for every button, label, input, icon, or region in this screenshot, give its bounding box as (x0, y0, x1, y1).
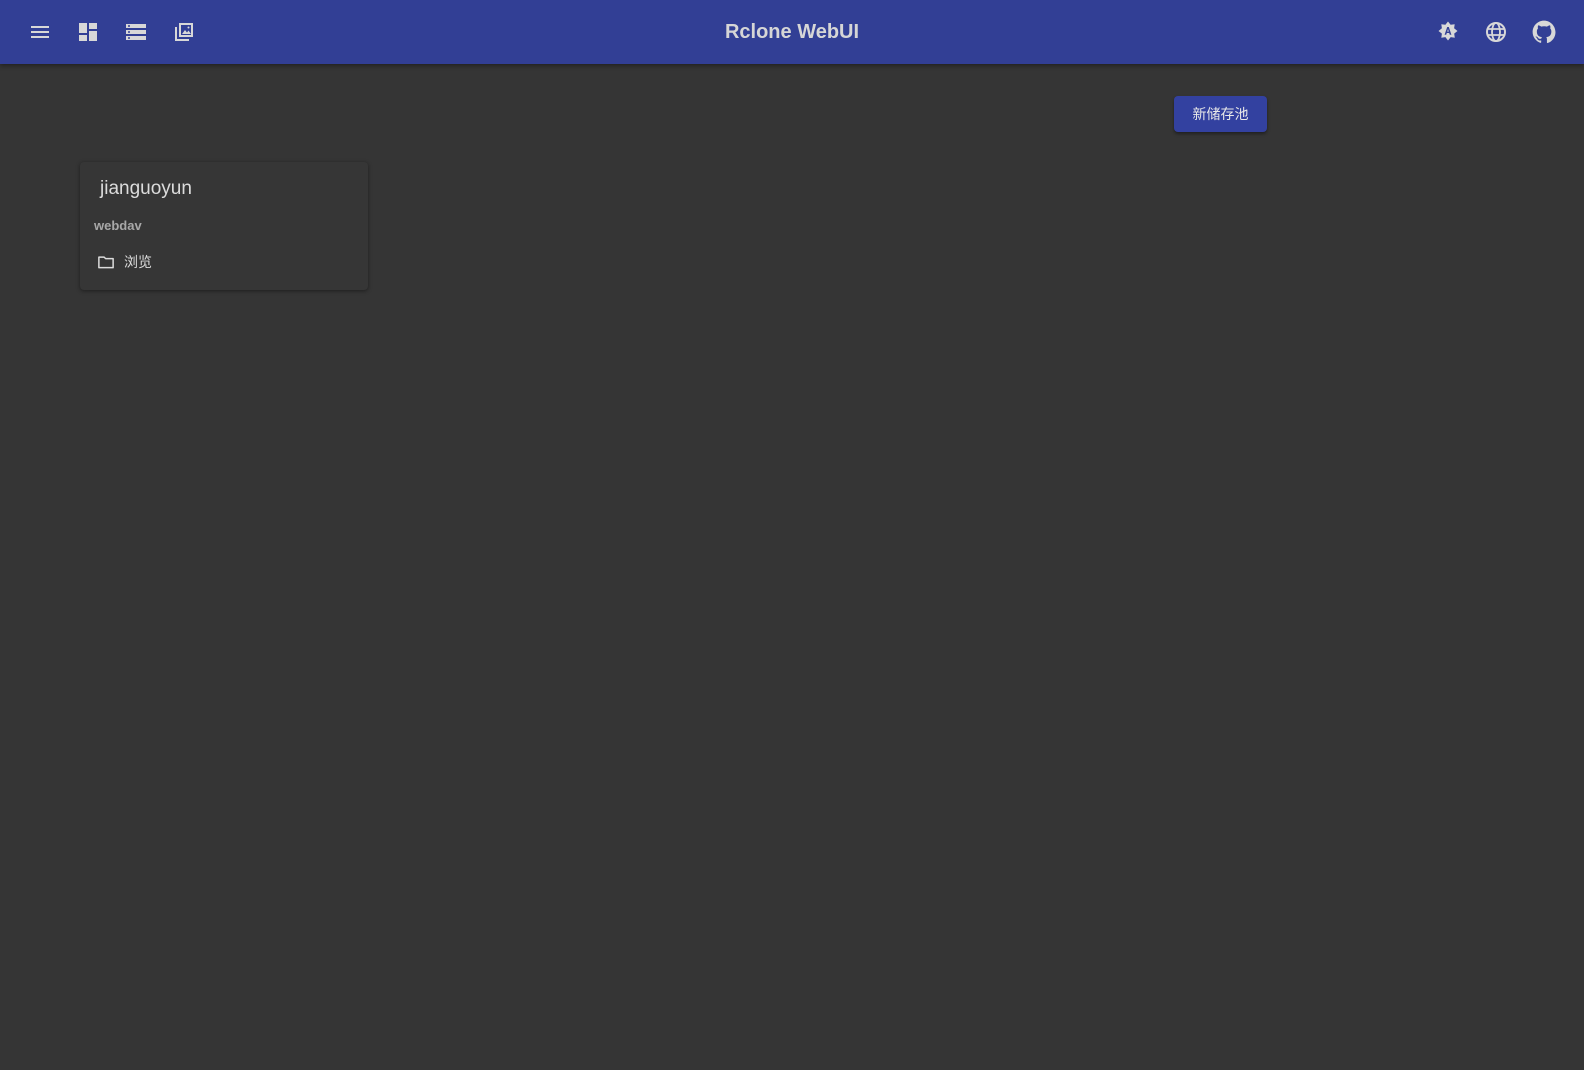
theme-toggle-button[interactable] (1428, 12, 1468, 52)
github-icon (1532, 20, 1556, 44)
github-button[interactable] (1524, 12, 1564, 52)
language-icon (1486, 22, 1506, 42)
explorer-icon (175, 23, 193, 41)
dashboard-icon (79, 23, 97, 41)
browse-label: 浏览 (124, 255, 152, 271)
theme-toggle-icon (1438, 21, 1458, 41)
storage-button[interactable] (116, 12, 156, 52)
storage-icon (126, 24, 146, 40)
new-remote-button[interactable]: 新储存池 (1174, 96, 1267, 132)
remote-card: jianguoyun webdav 浏览 (80, 162, 368, 290)
browse-button[interactable]: 浏览 (94, 250, 152, 274)
language-button[interactable] (1476, 12, 1516, 52)
folder-icon (96, 252, 116, 272)
menu-icon (31, 26, 49, 38)
remote-name: jianguoyun (100, 178, 192, 199)
menu-button[interactable] (20, 12, 60, 52)
dashboard-button[interactable] (68, 12, 108, 52)
explorer-button[interactable] (164, 12, 204, 52)
app-bar: Rclone WebUI (0, 0, 1584, 64)
app-title: Rclone WebUI (724, 21, 860, 43)
remote-type: webdav (94, 218, 142, 233)
